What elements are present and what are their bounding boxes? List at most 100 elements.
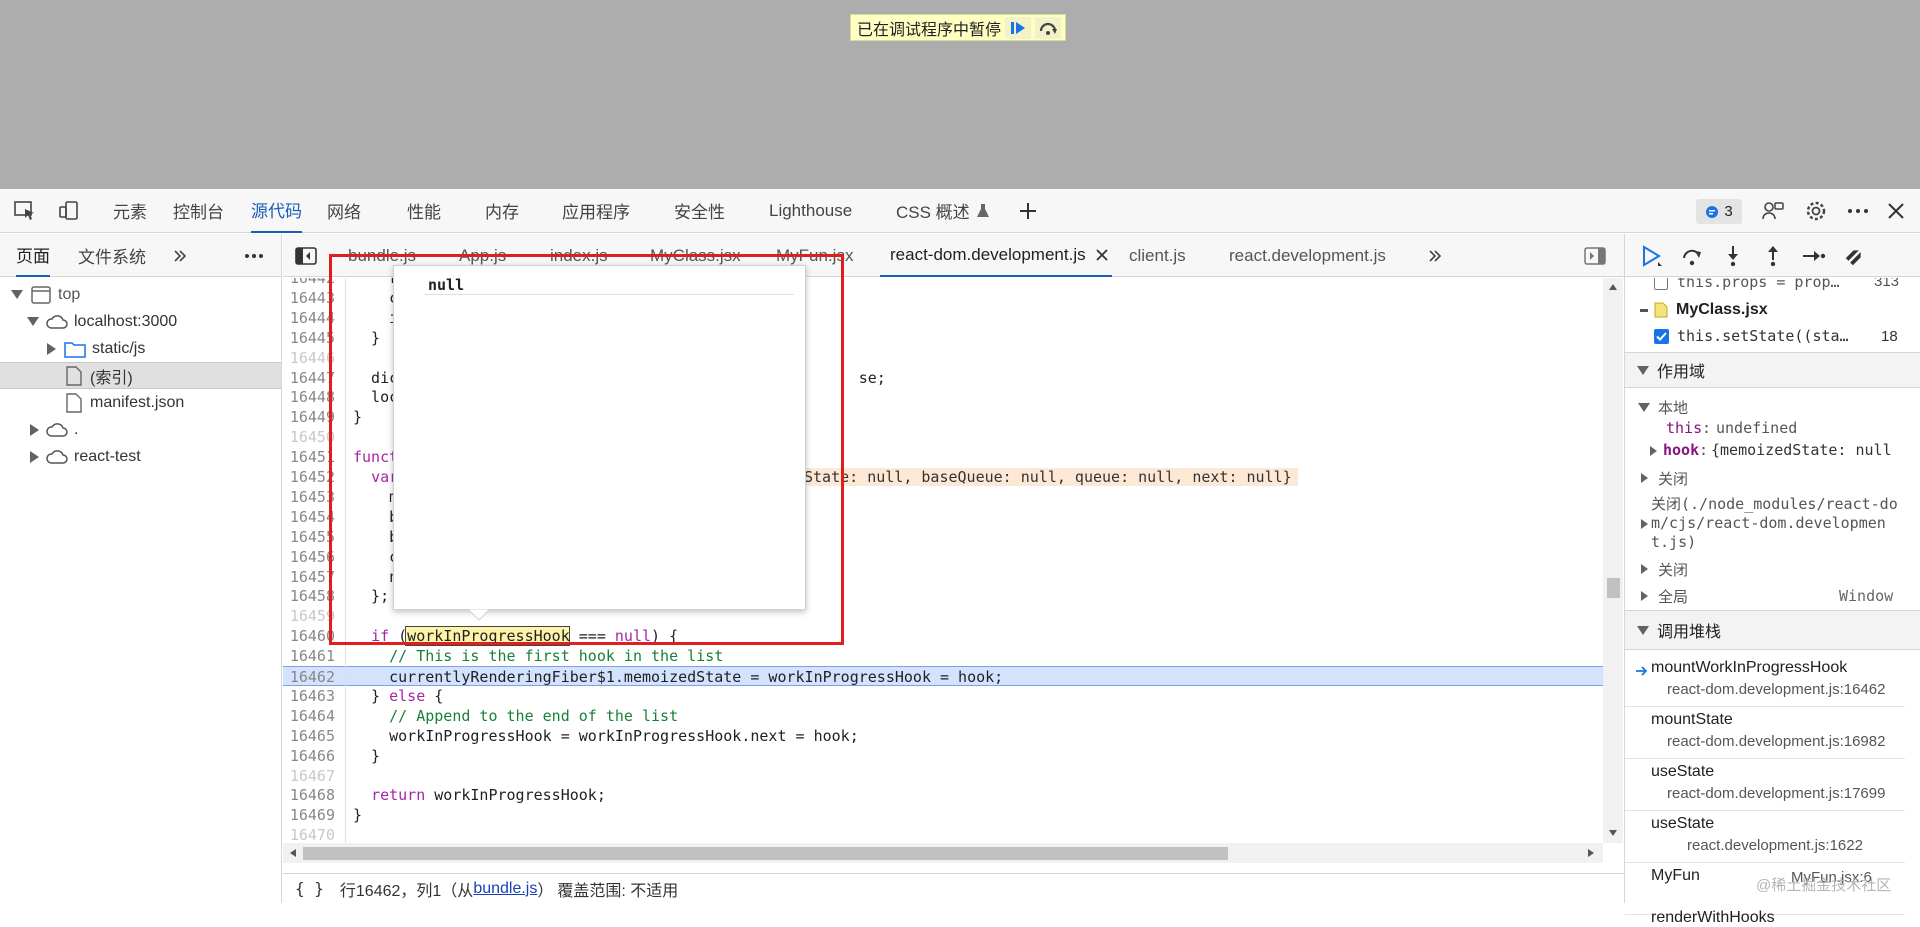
code-line[interactable]: 16460 if (workInProgressHook === null) {: [283, 626, 1603, 647]
breakpoint-checkbox-checked[interactable]: [1654, 329, 1669, 344]
call-stack-frame[interactable]: useState react.development.js:1622: [1625, 813, 1905, 863]
line-number[interactable]: 16449: [283, 407, 341, 427]
stack-location[interactable]: react.development.js:1622: [1687, 837, 1863, 854]
more-options-icon[interactable]: [1845, 199, 1871, 223]
resume-script-icon[interactable]: [1639, 244, 1663, 268]
tab-elements[interactable]: 元素: [113, 189, 147, 233]
vertical-scrollbar[interactable]: [1603, 278, 1623, 843]
navigator-more-icon[interactable]: [242, 246, 266, 266]
line-number[interactable]: 16442: [283, 278, 341, 288]
line-number[interactable]: 16443: [283, 288, 341, 308]
breakpoint-row-1[interactable]: this.props = prop… 313: [1625, 278, 1905, 294]
tree-item-top[interactable]: top: [0, 281, 281, 308]
tree-item-localhost[interactable]: localhost:3000: [0, 308, 281, 335]
scope-global-row[interactable]: 全局 Window: [1625, 585, 1905, 607]
scope-local-row[interactable]: 本地: [1625, 396, 1905, 418]
toggle-navigator-icon[interactable]: [294, 246, 318, 266]
line-number[interactable]: 16445: [283, 328, 341, 348]
feedback-icon[interactable]: [1760, 199, 1786, 223]
tab-lighthouse[interactable]: Lighthouse: [769, 189, 852, 233]
tab-network[interactable]: 网络: [327, 189, 361, 233]
more-tabs-chevron-icon[interactable]: [170, 246, 190, 266]
line-number[interactable]: 16446: [283, 348, 341, 368]
line-number[interactable]: 16448: [283, 387, 341, 407]
scope-closure-row-3[interactable]: 关闭: [1625, 558, 1905, 580]
breakpoint-file-row[interactable]: MyClass.jsx: [1625, 298, 1905, 322]
source-map-link[interactable]: bundle.js: [473, 880, 537, 898]
stack-location[interactable]: react-dom.development.js:16982: [1667, 733, 1885, 750]
horizontal-scroll-thumb[interactable]: [303, 847, 1228, 860]
inspect-element-icon[interactable]: [12, 200, 38, 222]
call-stack-frame[interactable]: renderWithHooks: [1625, 907, 1905, 927]
line-number[interactable]: 16469: [283, 805, 341, 825]
line-number[interactable]: 16455: [283, 527, 341, 547]
scope-var-this[interactable]: this: undefined: [1625, 419, 1905, 439]
scope-var-hook[interactable]: hook: {memoizedState: null: [1625, 441, 1905, 461]
line-number[interactable]: 16460: [283, 626, 341, 646]
settings-gear-icon[interactable]: [1803, 199, 1829, 223]
step-over-icon[interactable]: [1035, 16, 1062, 39]
breakpoint-checkbox-unchecked[interactable]: [1654, 278, 1668, 290]
call-stack-frame[interactable]: mountState react-dom.development.js:16982: [1625, 709, 1905, 759]
line-number[interactable]: 16458: [283, 586, 341, 606]
stack-location[interactable]: react-dom.development.js:16462: [1667, 681, 1885, 698]
tab-filesystem[interactable]: 文件系统: [78, 234, 146, 277]
scope-section-header[interactable]: 作用域: [1625, 352, 1920, 388]
line-number[interactable]: 16463: [283, 686, 341, 706]
pretty-print-button[interactable]: { }: [295, 879, 324, 898]
code-line[interactable]: 16466 }: [283, 746, 1603, 766]
line-number[interactable]: 16468: [283, 785, 341, 805]
line-number[interactable]: 16459: [283, 606, 341, 626]
code-line[interactable]: 16465 workInProgressHook = workInProgres…: [283, 726, 1603, 746]
tree-item-react-test[interactable]: react-test: [0, 443, 281, 470]
line-number[interactable]: 16454: [283, 507, 341, 527]
line-number[interactable]: 16462: [283, 667, 341, 687]
code-line[interactable]: 16468 return workInProgressHook;: [283, 785, 1603, 805]
line-number[interactable]: 16453: [283, 487, 341, 507]
code-line[interactable]: 16464 // Append to the end of the list: [283, 706, 1603, 726]
line-number[interactable]: 16467: [283, 766, 341, 786]
toggle-debugger-icon[interactable]: [1583, 246, 1607, 266]
tab-sources[interactable]: 源代码: [251, 189, 302, 233]
tree-item-static-js[interactable]: static/js: [0, 335, 281, 362]
editor-tab-react[interactable]: react.development.js: [1229, 234, 1386, 277]
breakpoint-row-2[interactable]: this.setState((sta… 18: [1625, 324, 1905, 348]
step-out-icon[interactable]: [1761, 244, 1785, 268]
stack-location[interactable]: react-dom.development.js:17699: [1667, 785, 1885, 802]
more-editor-tabs-icon[interactable]: [1425, 246, 1445, 266]
call-stack-section-header[interactable]: 调用堆栈: [1625, 610, 1920, 650]
step-over-next-icon[interactable]: [1680, 244, 1704, 268]
deactivate-breakpoints-icon[interactable]: [1843, 244, 1867, 268]
call-stack-frame[interactable]: useState react-dom.development.js:17699: [1625, 761, 1905, 811]
editor-tab-client[interactable]: client.js: [1129, 234, 1186, 277]
device-toolbar-icon[interactable]: [56, 200, 82, 222]
code-line[interactable]: 16469}: [283, 805, 1603, 825]
code-line[interactable]: 16467: [283, 766, 1603, 786]
tree-item-manifest[interactable]: manifest.json: [0, 389, 281, 416]
line-number[interactable]: 16461: [283, 646, 341, 666]
line-number[interactable]: 16447: [283, 368, 341, 388]
tab-memory[interactable]: 内存: [485, 189, 519, 233]
scope-closure-row-2[interactable]: 关闭(./node_modules/react-dom/cjs/react-do…: [1625, 495, 1905, 553]
code-line[interactable]: 16461 // This is the first hook in the l…: [283, 646, 1603, 666]
tab-security[interactable]: 安全性: [674, 189, 725, 233]
tab-css-overview[interactable]: CSS 概述: [896, 189, 990, 233]
code-line[interactable]: 16462 currentlyRenderingFiber$1.memoized…: [283, 666, 1603, 686]
tab-page[interactable]: 页面: [16, 234, 50, 277]
step-icon[interactable]: [1801, 244, 1827, 268]
issues-counter-button[interactable]: 3: [1696, 199, 1742, 224]
line-number[interactable]: 16457: [283, 567, 341, 587]
tab-console[interactable]: 控制台: [173, 189, 224, 233]
close-devtools-icon[interactable]: [1883, 199, 1909, 223]
step-into-icon[interactable]: [1721, 244, 1745, 268]
scope-closure-row-1[interactable]: 关闭: [1625, 467, 1905, 489]
vertical-scroll-thumb[interactable]: [1607, 578, 1620, 598]
more-tabs-plus-icon[interactable]: [1016, 199, 1040, 223]
resume-icon[interactable]: [1005, 16, 1032, 39]
line-number[interactable]: 16444: [283, 308, 341, 328]
line-number[interactable]: 16452: [283, 467, 341, 487]
line-number[interactable]: 16464: [283, 706, 341, 726]
horizontal-scrollbar[interactable]: [283, 843, 1603, 863]
line-number[interactable]: 16451: [283, 447, 341, 467]
line-number[interactable]: 16466: [283, 746, 341, 766]
